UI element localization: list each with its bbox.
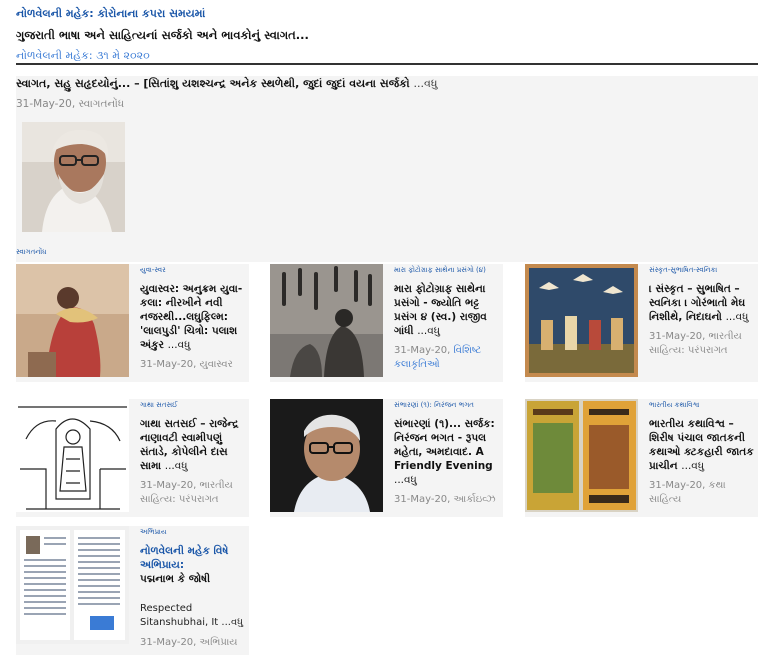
site-tagline: ગુજરાતી ભાષા અને સાહિત્યનાં સર્જકો અને ભ… xyxy=(16,28,309,42)
post-card: મારા ફોટોગ્રાફ સાથેના પ્રસંગો (૪) મારા ફ… xyxy=(270,264,503,382)
issue-link[interactable]: નોળવેલની મહેક: ૩૧ મે ૨૦૨૦ xyxy=(16,48,758,64)
card-more-link[interactable]: ...વધુ xyxy=(394,474,417,486)
card-title[interactable]: મારા ફોટોગ્રાફ સાથેના પ્રસંગો - જ્યોતિ ભ… xyxy=(394,282,503,338)
card-info: સંસ્કૃત-સુભાષિત-સ્વનિકા । સંસ્કૃત – સુભા… xyxy=(649,264,758,358)
portrait-icon[interactable] xyxy=(22,122,125,232)
card-date: 31-May-20, xyxy=(140,480,200,491)
card-meta: 31-May-20, યુવાસ્વર xyxy=(140,358,249,372)
card-section[interactable]: યુવાસ્વર xyxy=(200,359,233,370)
featured-title-text[interactable]: સ્વાગત, સહુ સહૃદયોનું... – [સિતાંશુ યશશ્… xyxy=(16,77,410,90)
card-date: 31-May-20, xyxy=(649,480,709,491)
miniature-painting-icon[interactable] xyxy=(525,264,638,377)
card-category[interactable]: ભારતીય કથાવિશ્વ xyxy=(649,399,758,411)
site-header: નોળવેલની મહેક: કોરોનાના કપરા સમયમાં ગુજર… xyxy=(16,6,758,64)
card-title[interactable]: નોળવેલની મહેક વિષે અભિપ્રાય: xyxy=(140,544,249,572)
book-cover-icon[interactable] xyxy=(525,399,638,512)
card-more-link[interactable]: ...વધુ xyxy=(417,325,440,337)
card-category[interactable]: મારા ફોટોગ્રાફ સાથેના પ્રસંગો (૪) xyxy=(394,264,503,276)
card-meta: 31-May-20, અભિપ્રાય xyxy=(140,636,249,650)
card-more-link[interactable]: ...વધુ xyxy=(726,311,749,323)
header-divider xyxy=(16,63,758,65)
card-date: 31-May-20, xyxy=(394,494,454,505)
card-section[interactable]: અભિપ્રાય xyxy=(200,637,238,648)
card-more-link[interactable]: ...વધુ xyxy=(681,460,704,472)
card-title-text[interactable]: મારા ફોટોગ્રાફ સાથેના પ્રસંગો - જ્યોતિ ભ… xyxy=(394,283,487,337)
card-title[interactable]: યુવાસ્વર: અનુક્રમ યુવા-કલા: નીરખીને નવી … xyxy=(140,282,249,352)
photograph-icon[interactable] xyxy=(270,264,383,377)
card-date: 31-May-20, xyxy=(140,359,200,370)
card-info: યુવા-સ્વર યુવાસ્વર: અનુક્રમ યુવા-કલા: ની… xyxy=(140,264,249,372)
line-drawing-icon[interactable] xyxy=(16,399,129,512)
card-title-text[interactable]: ગાથા સતસઈ – રાજેન્દ્ર નાણાવટી સ્વામીપણું… xyxy=(140,418,239,472)
card-meta: 31-May-20, વિશિષ્ટ કલાકૃતિઓ xyxy=(394,344,503,372)
card-category[interactable]: યુવા-સ્વર xyxy=(140,264,249,276)
card-category[interactable]: ગાથા સતસઈ xyxy=(140,399,249,411)
card-title-text[interactable]: સંભારણાં (૧)... સર્જક: નિરંજન ભગત - રૂપલ… xyxy=(394,418,495,472)
woman-painting-icon[interactable] xyxy=(16,264,129,377)
card-title[interactable]: સંભારણાં (૧)... સર્જક: નિરંજન ભગત - રૂપલ… xyxy=(394,417,503,487)
card-date: 31-May-20, xyxy=(140,637,200,648)
card-info: ભારતીય કથાવિશ્વ ભારતીય કથાવિશ્વ – શિરીષ … xyxy=(649,399,758,507)
card-info: ગાથા સતસઈ ગાથા સતસઈ – રાજેન્દ્ર નાણાવટી … xyxy=(140,399,249,507)
card-meta: 31-May-20, ભારતીય સાહિત્ય: પરંપરાગત xyxy=(649,330,758,358)
featured-category[interactable]: સ્વાગતનોંધ xyxy=(16,248,46,257)
post-card: ભારતીય કથાવિશ્વ ભારતીય કથાવિશ્વ – શિરીષ … xyxy=(525,399,758,517)
card-info: સંભારણાં (૧): નિરંજન ભગત સંભારણાં (૧)...… xyxy=(394,399,503,507)
document-scan-icon[interactable] xyxy=(16,526,129,644)
card-subtitle: પદ્મનાભ કે જોષી xyxy=(140,573,211,585)
featured-post: સ્વાગત, સહુ સહૃદયોનું... – [સિતાંશુ યશશ્… xyxy=(16,76,758,262)
card-category[interactable]: અભિપ્રાય xyxy=(140,526,249,538)
card-meta: 31-May-20, આર્કાઇવ્ઝ xyxy=(394,493,503,507)
card-category[interactable]: સંસ્કૃત-સુભાષિત-સ્વનિકા xyxy=(649,264,758,276)
post-card: સંભારણાં (૧): નિરંજન ભગત સંભારણાં (૧)...… xyxy=(270,399,503,517)
card-meta: 31-May-20, ભારતીય સાહિત્ય: પરંપરાગત xyxy=(140,479,249,507)
card-section[interactable]: આર્કાઇવ્ઝ xyxy=(454,494,496,505)
post-card: સંસ્કૃત-સુભાષિત-સ્વનિકા । સંસ્કૃત – સુભા… xyxy=(525,264,758,382)
portrait-icon[interactable] xyxy=(270,399,383,512)
featured-title[interactable]: સ્વાગત, સહુ સહૃદયોનું... – [સિતાંશુ યશશ્… xyxy=(16,76,758,92)
card-date: 31-May-20, xyxy=(394,345,454,356)
card-info: મારા ફોટોગ્રાફ સાથેના પ્રસંગો (૪) મારા ફ… xyxy=(394,264,503,372)
card-excerpt: Respected Sitanshubhai, It ...વધુ xyxy=(140,602,249,630)
card-more-link[interactable]: ...વધુ xyxy=(165,460,188,472)
card-meta: 31-May-20, કથા સાહિત્ય xyxy=(649,479,758,507)
post-card: અભિપ્રાય નોળવેલની મહેક વિષે અભિપ્રાય: પદ… xyxy=(16,526,249,655)
featured-more-link[interactable]: ...વધુ xyxy=(414,77,438,90)
card-title[interactable]: । સંસ્કૃત – સુભાષિત – સ્વનિકા । ગોરંભાતો… xyxy=(649,282,758,324)
site-title[interactable]: નોળવેલની મહેક: કોરોનાના કપરા સમયમાં xyxy=(16,6,758,22)
card-more-link[interactable]: ...વધુ xyxy=(221,617,243,628)
card-date: 31-May-20, xyxy=(649,331,709,342)
card-category[interactable]: સંભારણાં (૧): નિરંજન ભગત xyxy=(394,399,503,411)
post-card: ગાથા સતસઈ ગાથા સતસઈ – રાજેન્દ્ર નાણાવટી … xyxy=(16,399,249,517)
featured-meta: 31-May-20, સ્વાગતનોંધ xyxy=(16,98,125,110)
post-card: યુવા-સ્વર યુવાસ્વર: અનુક્રમ યુવા-કલા: ની… xyxy=(16,264,249,382)
card-title-text[interactable]: યુવાસ્વર: અનુક્રમ યુવા-કલા: નીરખીને નવી … xyxy=(140,283,242,351)
card-excerpt-text: Respected Sitanshubhai, It xyxy=(140,603,219,628)
card-more-link[interactable]: ...વધુ xyxy=(168,339,191,351)
card-title[interactable]: ગાથા સતસઈ – રાજેન્દ્ર નાણાવટી સ્વામીપણું… xyxy=(140,417,249,473)
card-info: અભિપ્રાય નોળવેલની મહેક વિષે અભિપ્રાય: પદ… xyxy=(140,526,249,650)
card-title[interactable]: ભારતીય કથાવિશ્વ – શિરીષ પંચાલ જાતકની કથા… xyxy=(649,417,758,473)
